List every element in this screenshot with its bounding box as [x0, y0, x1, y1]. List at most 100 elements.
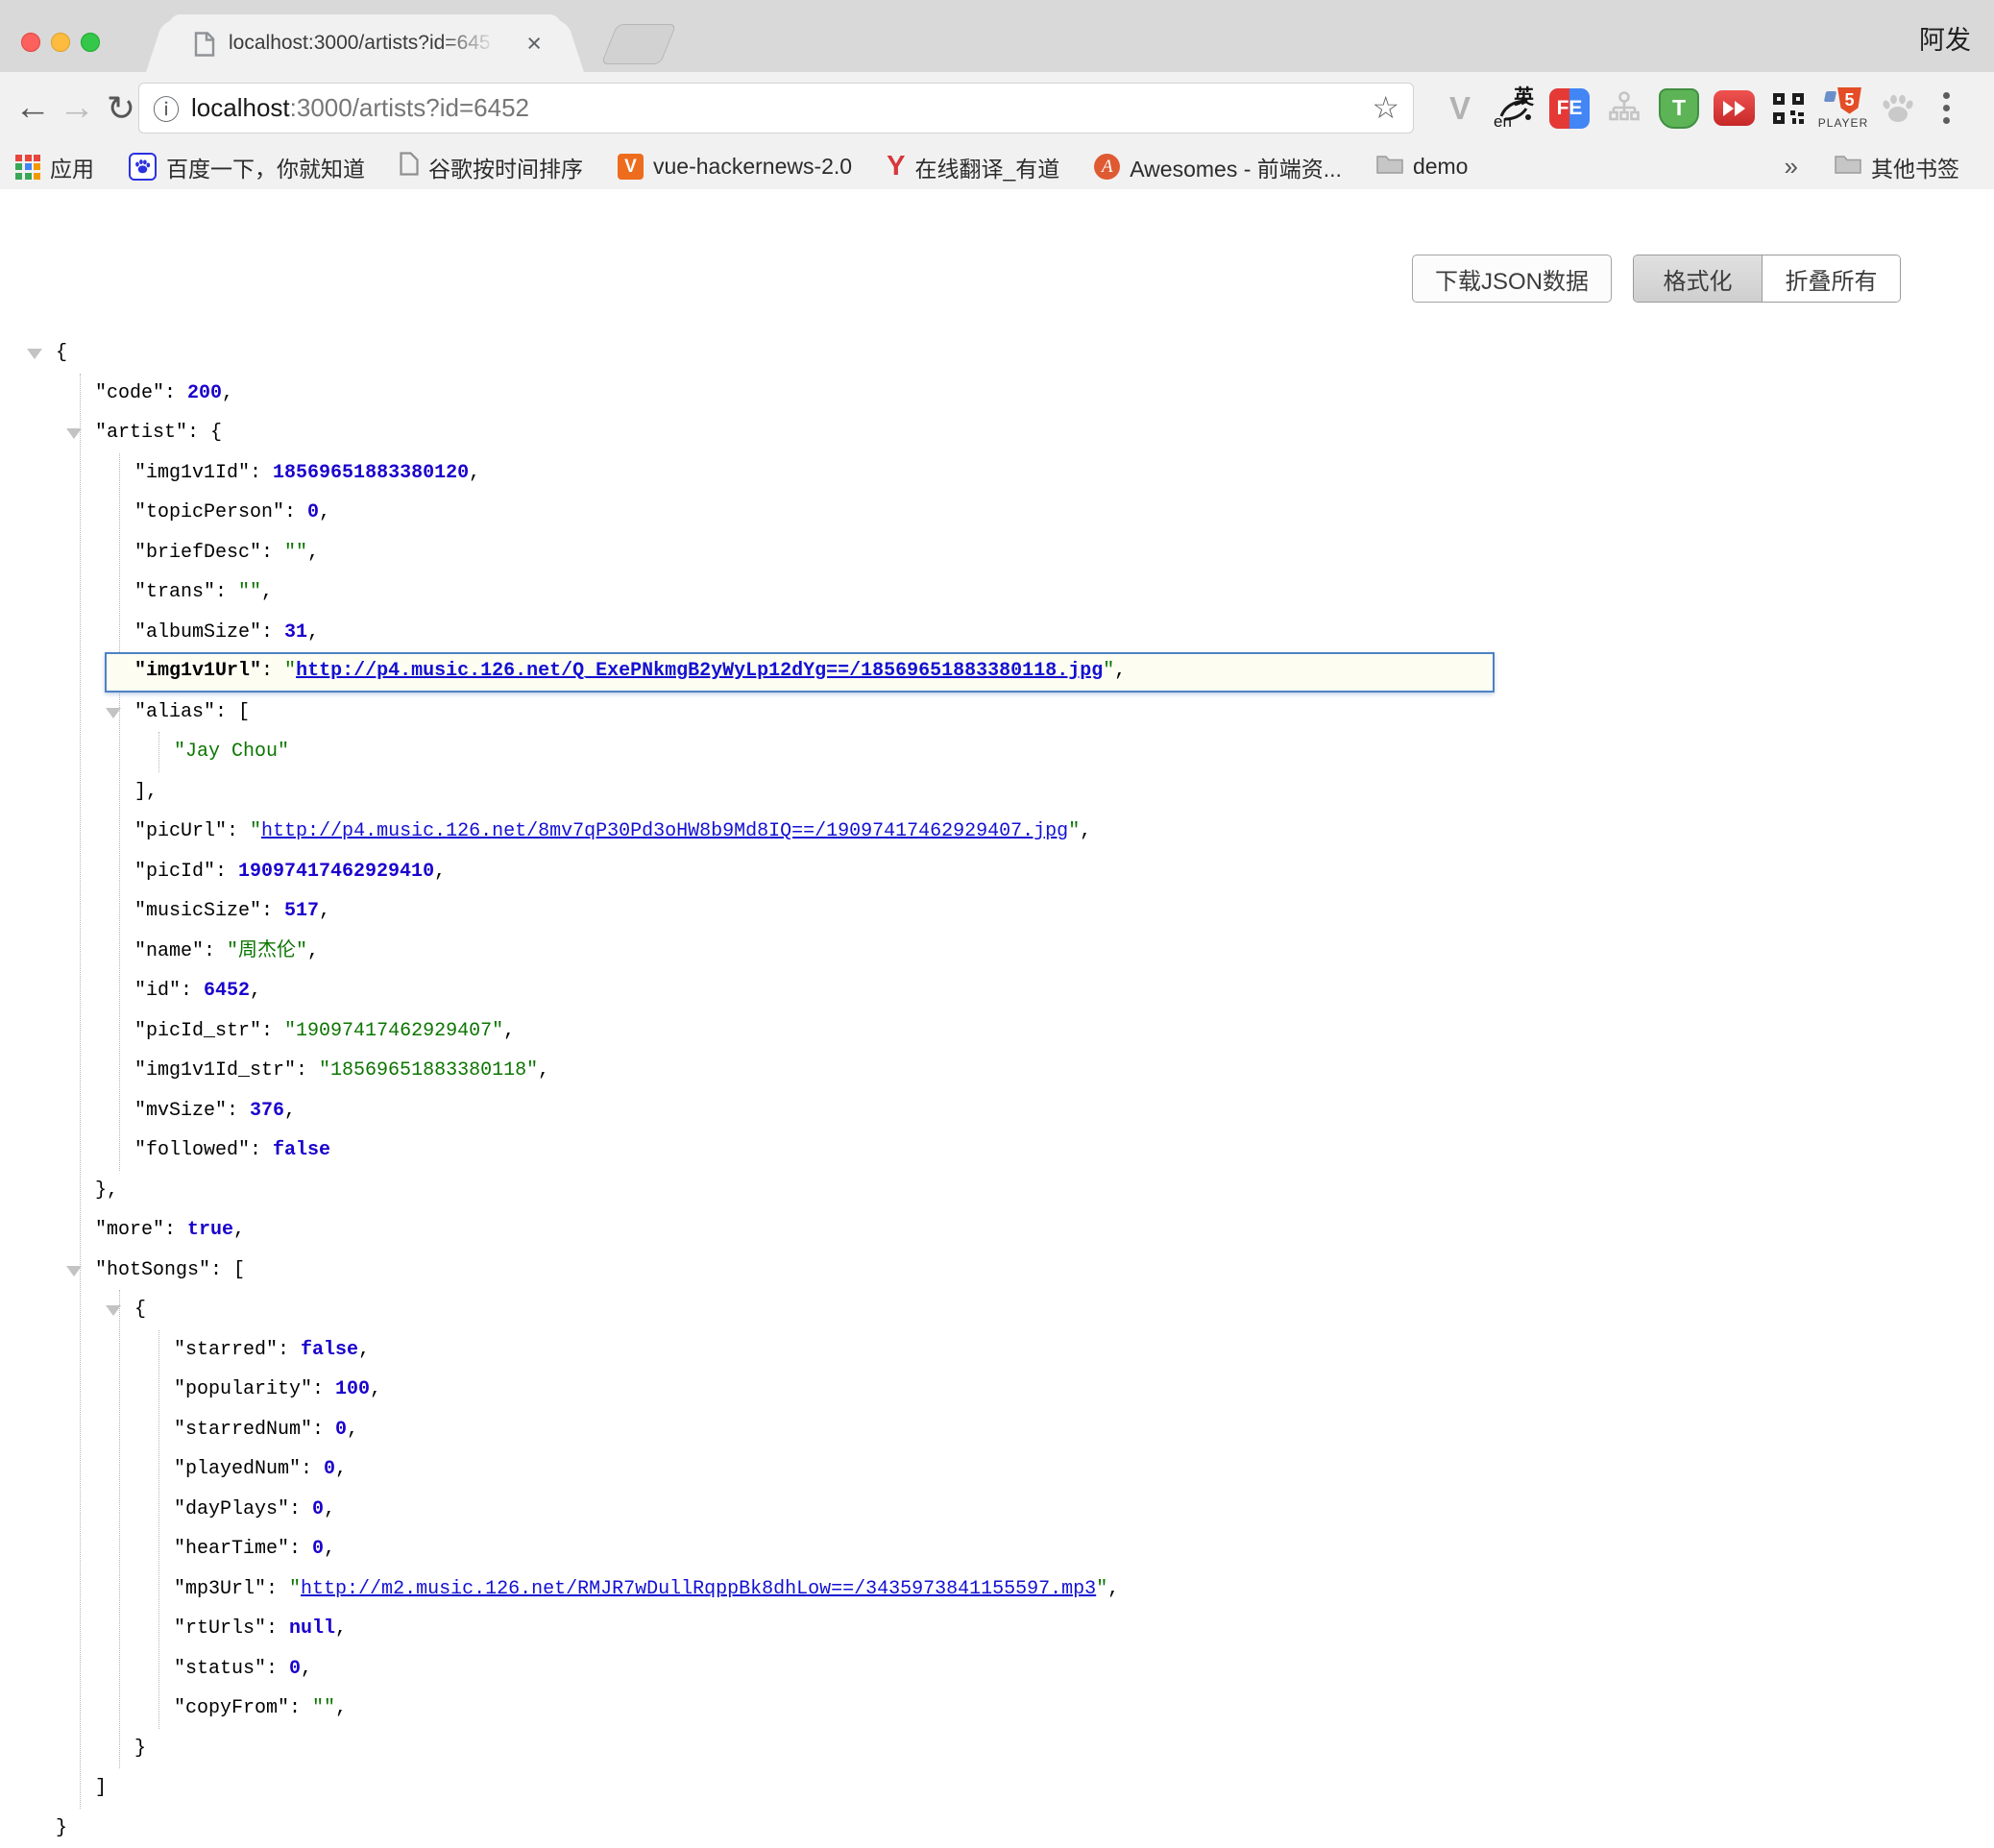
json-line: "artist": { — [95, 413, 1495, 453]
json-text: ] — [95, 1777, 107, 1799]
reload-button[interactable]: ↻ — [100, 72, 142, 144]
bookmark-awesomes[interactable]: A Awesomes - 前端资... — [1094, 151, 1342, 183]
json-text: : — [284, 501, 307, 523]
json-text: , — [538, 1059, 549, 1082]
json-line: "alias": [ — [134, 693, 1495, 733]
json-text: , — [503, 1020, 515, 1042]
json-text: { — [134, 1299, 146, 1321]
json-text: , — [324, 1538, 335, 1560]
json-text: , — [233, 1219, 245, 1241]
json-line: "starred": false, — [174, 1330, 1495, 1371]
collapse-all-button[interactable]: 折叠所有 — [1762, 255, 1900, 302]
json-key: "musicSize" — [134, 900, 261, 922]
json-key: "mvSize" — [134, 1100, 227, 1122]
json-text: : — [227, 820, 250, 842]
json-value: 0 — [289, 1658, 301, 1680]
json-text: : — [296, 1059, 319, 1082]
qr-code-icon[interactable] — [1767, 84, 1810, 134]
json-text: , — [370, 1378, 381, 1400]
json-key: "starred" — [174, 1339, 278, 1361]
bookmark-baidu[interactable]: 百度一下，你就知道 — [129, 151, 365, 183]
browser-toolbar: ← → ↻ ⓘ localhost:3000/artists?id=6452 ☆… — [0, 72, 1994, 144]
json-line: ], — [134, 772, 1495, 813]
json-line: }, — [95, 1171, 1495, 1211]
json-key: "dayPlays" — [174, 1498, 289, 1520]
fe-extension-icon[interactable]: FE — [1548, 84, 1591, 134]
json-text: , — [347, 1419, 358, 1441]
json-link[interactable]: http://p4.music.126.net/8mv7qP30Pd3oHW8b… — [261, 820, 1068, 842]
minimize-window-button[interactable] — [51, 33, 70, 52]
collapse-triangle[interactable] — [66, 428, 82, 439]
bookmark-youdao-translate[interactable]: Y 在线翻译_有道 — [887, 151, 1059, 183]
browser-tab[interactable]: localhost:3000/artists?id=645 × — [169, 14, 561, 72]
bookmark-apps[interactable]: 应用 — [15, 151, 94, 183]
json-text: : — [227, 1100, 250, 1122]
bookmark-demo-folder[interactable]: demo — [1376, 154, 1469, 180]
json-link[interactable]: http://m2.music.126.net/RMJR7wDullRqppBk… — [301, 1578, 1096, 1600]
json-key: "picId" — [134, 861, 215, 883]
json-block: "img1v1Id": 18569651883380120,"topicPers… — [119, 453, 1495, 1171]
json-value: "http://p4.music.126.net/Q_ExePNkmgB2yWy… — [284, 660, 1114, 682]
json-line: ] — [95, 1768, 1495, 1809]
json-text: : — [187, 422, 210, 444]
json-text: , — [284, 1100, 296, 1122]
close-window-button[interactable] — [21, 33, 40, 52]
json-link[interactable]: http://p4.music.126.net/Q_ExePNkmgB2yWyL… — [296, 660, 1103, 682]
bookmarks-overflow-chevron[interactable]: » — [1785, 152, 1798, 182]
html5-player-icon[interactable]: 5 PLAYER — [1822, 84, 1864, 134]
forward-button[interactable]: → — [56, 72, 98, 144]
json-text: , — [307, 621, 319, 644]
json-value: 0 — [307, 501, 319, 523]
collapse-triangle[interactable] — [106, 708, 121, 718]
zoom-window-button[interactable] — [81, 33, 100, 52]
collapse-triangle[interactable] — [66, 1266, 82, 1277]
translate-icon[interactable]: 英 en — [1494, 84, 1536, 134]
paw-icon[interactable] — [1877, 84, 1919, 134]
json-key: "img1v1Id" — [134, 462, 250, 484]
tab-close-icon[interactable]: × — [526, 14, 542, 72]
baidu-paw-icon — [129, 153, 157, 181]
json-text: : — [215, 581, 238, 603]
json-key: "copyFrom" — [174, 1697, 289, 1719]
new-tab-button[interactable] — [601, 24, 677, 64]
json-line: "popularity": 100, — [174, 1370, 1495, 1410]
json-line: "picId_str": "19097417462929407", — [134, 1011, 1495, 1052]
bookmark-vue-hackernews[interactable]: V vue-hackernews-2.0 — [618, 154, 852, 180]
json-text: }, — [95, 1179, 118, 1202]
browser-menu-icon[interactable] — [1932, 84, 1960, 134]
back-button[interactable]: ← — [12, 72, 54, 144]
profile-name[interactable]: 阿发 — [1919, 19, 1971, 57]
format-button[interactable]: 格式化 — [1634, 255, 1762, 302]
bookmark-star-icon[interactable]: ☆ — [1372, 89, 1399, 126]
json-value: 0 — [312, 1538, 324, 1560]
json-text: , — [261, 581, 273, 603]
download-json-button[interactable]: 下载JSON数据 — [1412, 255, 1612, 303]
folder-icon — [1376, 154, 1403, 180]
json-key: "code" — [95, 382, 164, 404]
address-bar[interactable]: ⓘ localhost:3000/artists?id=6452 ☆ — [138, 83, 1414, 134]
json-value: true — [187, 1219, 233, 1241]
json-text: : — [215, 701, 238, 723]
collapse-triangle[interactable] — [106, 1305, 121, 1316]
bookmark-google-sort[interactable]: 谷歌按时间排序 — [400, 151, 583, 183]
json-text: , — [319, 900, 330, 922]
json-text: : — [261, 1020, 284, 1042]
json-text: : — [210, 1259, 233, 1281]
json-value: "Jay Chou" — [174, 741, 289, 763]
tab-bar: localhost:3000/artists?id=645 × 阿发 — [0, 0, 1994, 72]
vue-devtools-icon[interactable]: V — [1439, 84, 1481, 134]
fast-forward-icon[interactable] — [1713, 84, 1755, 134]
json-line: "albumSize": 31, — [134, 613, 1495, 653]
other-bookmarks-folder[interactable]: 其他书签 — [1835, 151, 1959, 183]
json-text: , — [324, 1498, 335, 1520]
collapse-triangle[interactable] — [27, 349, 42, 359]
page-info-icon[interactable]: ⓘ — [153, 89, 180, 128]
json-text: : — [164, 382, 187, 404]
json-key: "followed" — [134, 1139, 250, 1161]
json-line: "picUrl": "http://p4.music.126.net/8mv7q… — [134, 812, 1495, 852]
tab-title-fade — [440, 14, 507, 72]
json-text: { — [210, 422, 222, 444]
json-text: : — [289, 1538, 312, 1560]
tampermonkey-icon[interactable]: T — [1658, 84, 1700, 134]
sitemap-icon[interactable] — [1603, 84, 1645, 134]
